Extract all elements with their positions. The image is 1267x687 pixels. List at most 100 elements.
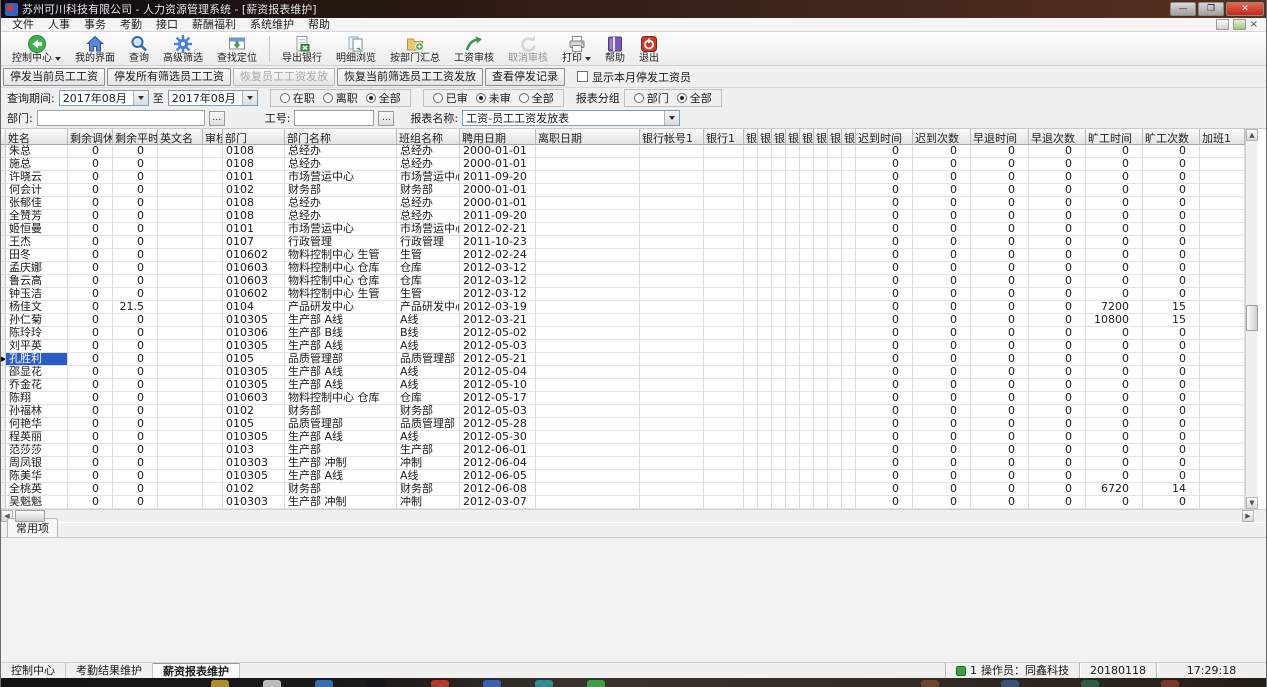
cell-hire_date[interactable]: 2012-05-17 [460, 392, 536, 405]
cell-bk8[interactable] [828, 314, 842, 327]
cell-late_count[interactable]: 0 [913, 327, 971, 340]
cell-absent_count[interactable]: 0 [1143, 340, 1200, 353]
cell-remain_tiaoxiu[interactable]: 0 [68, 353, 113, 366]
column-header-bk5[interactable]: 银 [786, 129, 800, 145]
cell-team[interactable]: A线 [397, 379, 460, 392]
cell-late_time[interactable]: 0 [856, 223, 913, 236]
cell-hire_date[interactable]: 2012-05-03 [460, 340, 536, 353]
cell-bank_acct1[interactable] [640, 431, 704, 444]
cell-early_count[interactable]: 0 [1029, 483, 1086, 496]
cell-bk7[interactable] [814, 496, 828, 509]
cell-bank1[interactable] [704, 210, 744, 223]
cell-absent_time[interactable]: 0 [1086, 366, 1143, 379]
cell-bank_acct1[interactable] [640, 353, 704, 366]
cell-dept_code[interactable]: 010602 [223, 288, 285, 301]
cell-late_time[interactable]: 0 [856, 327, 913, 340]
cell-name[interactable]: 范莎莎 [6, 444, 68, 457]
cell-bank1[interactable] [704, 275, 744, 288]
cell-bank_acct1[interactable] [640, 262, 704, 275]
cell-leave_date[interactable] [536, 327, 640, 340]
cell-bank1[interactable] [704, 405, 744, 418]
cell-early_time[interactable]: 0 [971, 210, 1029, 223]
cell-bank1[interactable] [704, 145, 744, 158]
cell-early_time[interactable]: 0 [971, 379, 1029, 392]
cell-bk7[interactable] [814, 340, 828, 353]
cell-name[interactable]: 全赞芳 [6, 210, 68, 223]
cell-audit[interactable] [203, 210, 223, 223]
cell-bk9[interactable] [842, 184, 856, 197]
cell-bk2[interactable] [744, 431, 758, 444]
cell-bk5[interactable] [786, 418, 800, 431]
column-header-bk6[interactable]: 银 [800, 129, 814, 145]
cell-bank_acct1[interactable] [640, 210, 704, 223]
radio-icon[interactable] [476, 93, 486, 103]
cell-bk6[interactable] [800, 314, 814, 327]
preview-icon[interactable] [1216, 19, 1229, 30]
cell-absent_count[interactable]: 0 [1143, 288, 1200, 301]
cell-hire_date[interactable]: 2012-03-12 [460, 262, 536, 275]
cell-audit[interactable] [203, 431, 223, 444]
cell-late_count[interactable]: 0 [913, 288, 971, 301]
table-row[interactable]: 陈翔00010603物料控制中心 仓库仓库2012-05-17000000 [1, 392, 1245, 405]
cell-remain_tiaoxiu[interactable]: 0 [68, 262, 113, 275]
cell-remain_pingshi[interactable]: 0 [113, 275, 158, 288]
cell-early_time[interactable]: 0 [971, 418, 1029, 431]
table-row[interactable]: ▶孔胜利000105品质管理部品质管理部2012-05-21000000 [1, 353, 1245, 366]
cell-team[interactable]: 冲制 [397, 457, 460, 470]
cell-bk6[interactable] [800, 392, 814, 405]
cell-remain_tiaoxiu[interactable]: 0 [68, 444, 113, 457]
cell-remain_tiaoxiu[interactable]: 0 [68, 249, 113, 262]
cell-dept_name[interactable]: 品质管理部 [285, 353, 397, 366]
cell-remain_pingshi[interactable]: 0 [113, 249, 158, 262]
cell-team[interactable]: 市场营运中心 [397, 171, 460, 184]
cell-hire_date[interactable]: 2000-01-01 [460, 158, 536, 171]
cell-audit[interactable] [203, 483, 223, 496]
cell-dept_code[interactable]: 0107 [223, 236, 285, 249]
cell-team[interactable]: 总经办 [397, 158, 460, 171]
empno-picker-button[interactable]: … [378, 111, 394, 126]
cell-bk9[interactable] [842, 236, 856, 249]
cell-name[interactable]: 孙福林 [6, 405, 68, 418]
cell-leave_date[interactable] [536, 496, 640, 509]
table-row[interactable]: 田冬00010602物料控制中心 生管生管2012-02-24000000 [1, 249, 1245, 262]
cell-bk8[interactable] [828, 158, 842, 171]
cell-bk6[interactable] [800, 470, 814, 483]
cell-bank1[interactable] [704, 184, 744, 197]
cell-bk8[interactable] [828, 392, 842, 405]
cell-bk5[interactable] [786, 288, 800, 301]
cell-dept_name[interactable]: 品质管理部 [285, 418, 397, 431]
cell-leave_date[interactable] [536, 444, 640, 457]
cell-name[interactable]: 乔金花 [6, 379, 68, 392]
cell-remain_tiaoxiu[interactable]: 0 [68, 431, 113, 444]
cell-overtime1[interactable] [1200, 184, 1245, 197]
cell-early_time[interactable]: 0 [971, 431, 1029, 444]
cell-audit[interactable] [203, 262, 223, 275]
cell-english[interactable] [158, 418, 203, 431]
cell-bk7[interactable] [814, 275, 828, 288]
cell-bk8[interactable] [828, 223, 842, 236]
cell-bk6[interactable] [800, 288, 814, 301]
table-row[interactable]: 孙福林000102财务部财务部2012-05-03000000 [1, 405, 1245, 418]
toolbar-button-8[interactable]: 按部门汇总 [383, 33, 447, 65]
cell-early_time[interactable]: 0 [971, 457, 1029, 470]
cell-bk6[interactable] [800, 405, 814, 418]
cell-bk4[interactable] [772, 210, 786, 223]
cell-bk4[interactable] [772, 197, 786, 210]
cell-bk8[interactable] [828, 197, 842, 210]
minimize-button[interactable]: — [1170, 2, 1196, 16]
cell-early_time[interactable]: 0 [971, 197, 1029, 210]
column-header-absent_time[interactable]: 旷工时间 [1086, 129, 1143, 145]
cell-bk8[interactable] [828, 470, 842, 483]
cell-bk2[interactable] [744, 470, 758, 483]
cell-absent_count[interactable]: 0 [1143, 262, 1200, 275]
cell-bank_acct1[interactable] [640, 379, 704, 392]
radio-icon[interactable] [677, 93, 687, 103]
workspace-tab-1[interactable]: 考勤结果维护 [66, 663, 153, 678]
cell-dept_name[interactable]: 产品研发中心 [285, 301, 397, 314]
cell-late_time[interactable]: 0 [856, 392, 913, 405]
cell-bk9[interactable] [842, 249, 856, 262]
cell-dept_code[interactable]: 010305 [223, 431, 285, 444]
cell-audit[interactable] [203, 171, 223, 184]
cell-team[interactable]: A线 [397, 366, 460, 379]
workspace-tab-0[interactable]: 控制中心 [1, 663, 66, 678]
